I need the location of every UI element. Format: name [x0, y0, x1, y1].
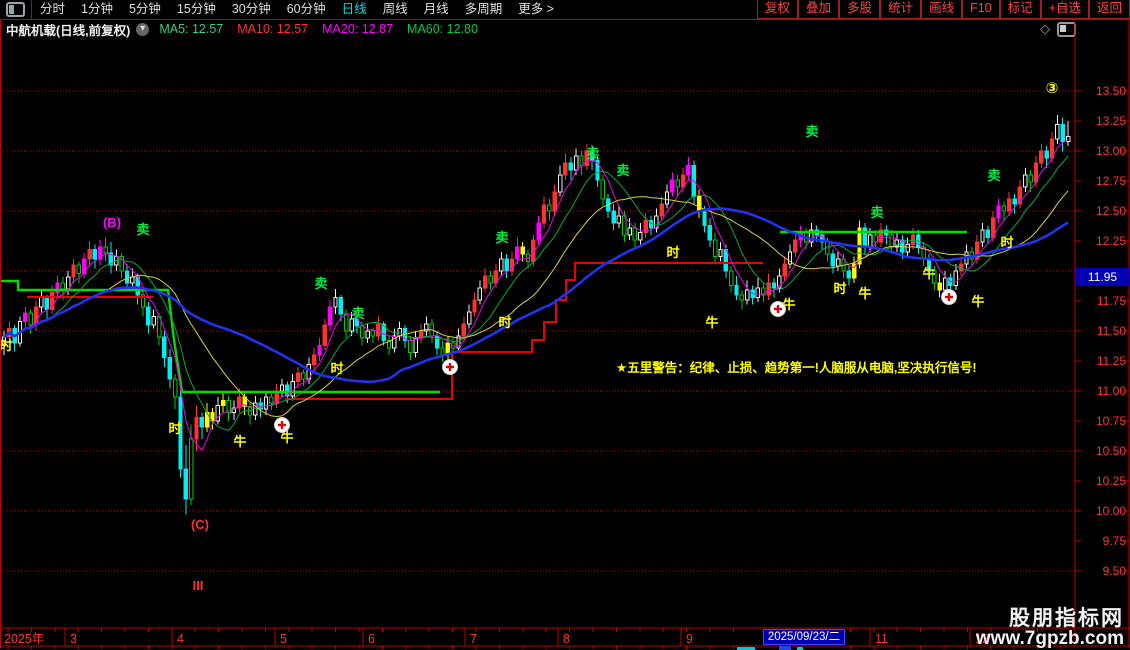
svg-text:卖: 卖	[987, 168, 1000, 183]
candlestick-chart[interactable]: 卖卖卖卖卖卖卖卖卖牛 牛牛牛牛牛牛时时时时时时时(B)(C)III③★五里警告：纪…	[0, 0, 1130, 650]
svg-text:11.50: 11.50	[1097, 324, 1126, 338]
svg-text:牛: 牛	[233, 434, 246, 449]
svg-text:时: 时	[168, 421, 181, 436]
svg-text:2025年: 2025年	[4, 632, 44, 646]
svg-text:11.00: 11.00	[1097, 384, 1126, 398]
window-frame	[0, 19, 1130, 648]
svg-text:11.75: 11.75	[1097, 294, 1126, 308]
svg-text:时: 时	[0, 338, 13, 353]
svg-text:3: 3	[70, 632, 77, 646]
svg-text:时: 时	[330, 361, 343, 376]
svg-text:9: 9	[686, 632, 693, 646]
svg-text:10.00: 10.00	[1096, 504, 1126, 518]
svg-text:时: 时	[1000, 235, 1013, 250]
svg-text:12.25: 12.25	[1096, 234, 1126, 248]
svg-text:10.75: 10.75	[1096, 414, 1126, 428]
svg-text:11.25: 11.25	[1097, 354, 1126, 368]
svg-text:卖: 卖	[136, 222, 149, 237]
svg-text:III: III	[193, 578, 204, 593]
svg-text:12.50: 12.50	[1096, 204, 1126, 218]
svg-text:13.25: 13.25	[1096, 114, 1126, 128]
svg-text:③: ③	[1046, 80, 1059, 97]
svg-text:11: 11	[875, 632, 888, 646]
svg-text:卖: 卖	[495, 230, 508, 245]
svg-text:★五里警告：纪律、止损、趋势第一!人脑服从电脑,坚决执行信号: ★五里警告：纪律、止损、趋势第一!人脑服从电脑,坚决执行信号!	[616, 360, 977, 375]
watermark-url: www.7gpzb.com	[975, 628, 1124, 649]
svg-text:7: 7	[470, 632, 477, 646]
svg-text:(C): (C)	[191, 517, 209, 532]
cursor-price-box: 11.95	[1076, 268, 1129, 286]
svg-text:4: 4	[177, 632, 184, 646]
svg-text:时: 时	[498, 315, 511, 330]
trading-app-window: 分时 1分钟 5分钟 15分钟 30分钟 60分钟 日线 周线 月线 多周期 更多 > 复权 叠加 多股…	[0, 0, 1130, 650]
svg-text:卖: 卖	[586, 146, 599, 161]
svg-text:卖: 卖	[616, 163, 629, 178]
time-axis: 2025年 3 4 5 6 7 8 9 11 12	[0, 627, 1130, 650]
svg-text:牛: 牛	[705, 315, 718, 330]
svg-text:牛: 牛	[858, 286, 871, 301]
price-axis: 13.50 13.25 13.00 12.75 12.50 12.25 11.75 11.50…	[1075, 84, 1129, 578]
cross-marker	[274, 417, 290, 433]
svg-text:时: 时	[833, 281, 846, 296]
svg-text:6: 6	[368, 632, 375, 646]
svg-text:牛: 牛	[971, 294, 984, 309]
svg-text:卖: 卖	[870, 205, 883, 220]
cross-marker	[442, 359, 458, 375]
cross-marker	[770, 301, 786, 317]
candles	[1, 115, 1071, 515]
svg-text:9.50: 9.50	[1103, 564, 1127, 578]
svg-text:牛: 牛	[922, 266, 935, 281]
svg-text:卖: 卖	[351, 306, 364, 321]
svg-text:13.00: 13.00	[1096, 144, 1126, 158]
svg-text:9.75: 9.75	[1103, 534, 1127, 548]
svg-text:时: 时	[666, 245, 679, 260]
svg-text:12.75: 12.75	[1096, 174, 1126, 188]
svg-text:10.25: 10.25	[1096, 474, 1126, 488]
ma-lines	[3, 139, 1069, 451]
svg-text:10.50: 10.50	[1096, 444, 1126, 458]
svg-text:8: 8	[563, 632, 570, 646]
svg-text:(B): (B)	[103, 215, 121, 230]
watermark: 股朋指标网 www.7gpzb.com	[976, 608, 1124, 648]
svg-text:卖: 卖	[805, 124, 818, 139]
svg-text:卖: 卖	[314, 276, 327, 291]
cross-marker	[941, 289, 957, 305]
watermark-site-name: 股朋指标网	[1009, 607, 1124, 630]
svg-text:5: 5	[280, 632, 287, 646]
cursor-date-box: 2025/09/23/二	[763, 629, 845, 645]
svg-text:13.50: 13.50	[1096, 84, 1126, 98]
